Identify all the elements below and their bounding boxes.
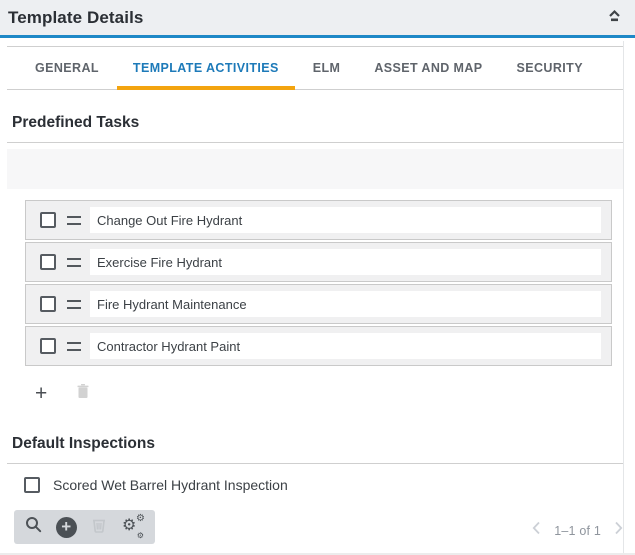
plus-icon: +: [35, 382, 47, 405]
gears-icon: ⚙ ⚙ ⚙: [122, 516, 144, 538]
task-checkbox[interactable]: [40, 254, 56, 270]
predefined-tasks-heading: Predefined Tasks: [12, 114, 623, 132]
task-row: [25, 200, 612, 240]
task-name-input[interactable]: [90, 207, 601, 233]
search-button[interactable]: [25, 516, 42, 538]
tab-elm[interactable]: ELM: [296, 47, 358, 89]
panel-header: Template Details: [0, 0, 635, 38]
add-task-button[interactable]: +: [35, 384, 47, 404]
tab-template-activities[interactable]: TEMPLATE ACTIVITIES: [116, 47, 296, 89]
inspection-row: Scored Wet Barrel Hydrant Inspection: [24, 477, 623, 493]
tab-general[interactable]: GENERAL: [18, 47, 116, 89]
search-icon: [25, 516, 42, 538]
section-divider: [7, 142, 623, 143]
trash-icon: [76, 386, 90, 403]
template-details-panel: Template Details GENERAL TEMPLATE ACTIVI…: [0, 0, 635, 555]
drag-handle-icon[interactable]: [67, 216, 81, 225]
page-title: Template Details: [8, 8, 143, 28]
predefined-task-list: [25, 200, 612, 366]
chevron-up-icon: [607, 8, 622, 27]
panel-body: GENERAL TEMPLATE ACTIVITIES ELM ASSET AN…: [0, 41, 635, 553]
drag-handle-icon[interactable]: [67, 258, 81, 267]
inspections-toolbar: + ⚙ ⚙ ⚙: [14, 510, 155, 544]
task-list-actions: +: [35, 383, 623, 404]
default-inspections-heading: Default Inspections: [12, 435, 623, 453]
task-row: [25, 326, 612, 366]
collapse-panel-button[interactable]: [605, 9, 623, 27]
tab-asset-and-map[interactable]: ASSET AND MAP: [357, 47, 499, 89]
task-row: [25, 284, 612, 324]
task-checkbox[interactable]: [40, 338, 56, 354]
settings-button[interactable]: ⚙ ⚙ ⚙: [122, 516, 144, 538]
add-inspection-button[interactable]: +: [56, 517, 77, 538]
next-page-button[interactable]: [614, 521, 623, 540]
inspection-checkbox[interactable]: [24, 477, 40, 493]
delete-inspection-button[interactable]: [90, 516, 108, 539]
page-range-label: 1–1 of 1: [554, 524, 601, 538]
pagination: 1–1 of 1: [532, 521, 623, 540]
task-name-input[interactable]: [90, 249, 601, 275]
tab-security[interactable]: SECURITY: [500, 47, 600, 89]
task-name-input[interactable]: [90, 333, 601, 359]
inspection-label: Scored Wet Barrel Hydrant Inspection: [53, 477, 288, 493]
trash-basket-icon: [90, 516, 108, 539]
task-list-header-band: [7, 149, 623, 189]
previous-page-button[interactable]: [532, 521, 541, 540]
chevron-left-icon: [532, 521, 541, 540]
drag-handle-icon[interactable]: [67, 300, 81, 309]
task-checkbox[interactable]: [40, 296, 56, 312]
tab-bar: GENERAL TEMPLATE ACTIVITIES ELM ASSET AN…: [7, 46, 623, 90]
task-row: [25, 242, 612, 282]
panel-content: GENERAL TEMPLATE ACTIVITIES ELM ASSET AN…: [7, 41, 624, 553]
task-checkbox[interactable]: [40, 212, 56, 228]
drag-handle-icon[interactable]: [67, 342, 81, 351]
section-divider: [7, 463, 623, 464]
plus-circle-icon: +: [56, 517, 77, 538]
task-name-input[interactable]: [90, 291, 601, 317]
chevron-right-icon: [614, 521, 623, 540]
delete-task-button[interactable]: [76, 383, 90, 404]
